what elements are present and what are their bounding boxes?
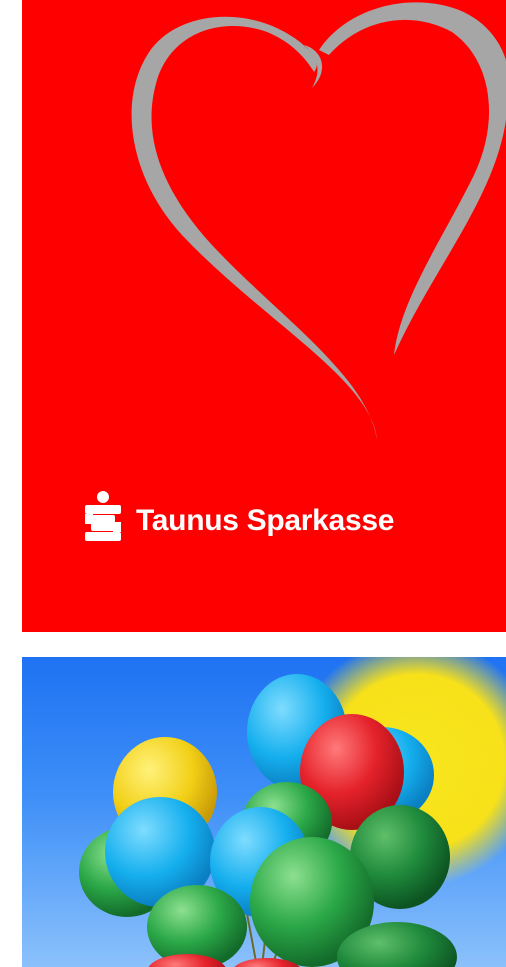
sparkasse-banner[interactable]: Taunus Sparkasse xyxy=(22,0,506,632)
brand-lockup[interactable]: Taunus Sparkasse xyxy=(80,490,394,542)
sparkasse-s-logo-icon xyxy=(85,491,121,541)
brand-name: Taunus Sparkasse xyxy=(136,504,395,537)
balloons-photo[interactable] xyxy=(22,657,506,967)
balloons-image xyxy=(79,657,506,967)
